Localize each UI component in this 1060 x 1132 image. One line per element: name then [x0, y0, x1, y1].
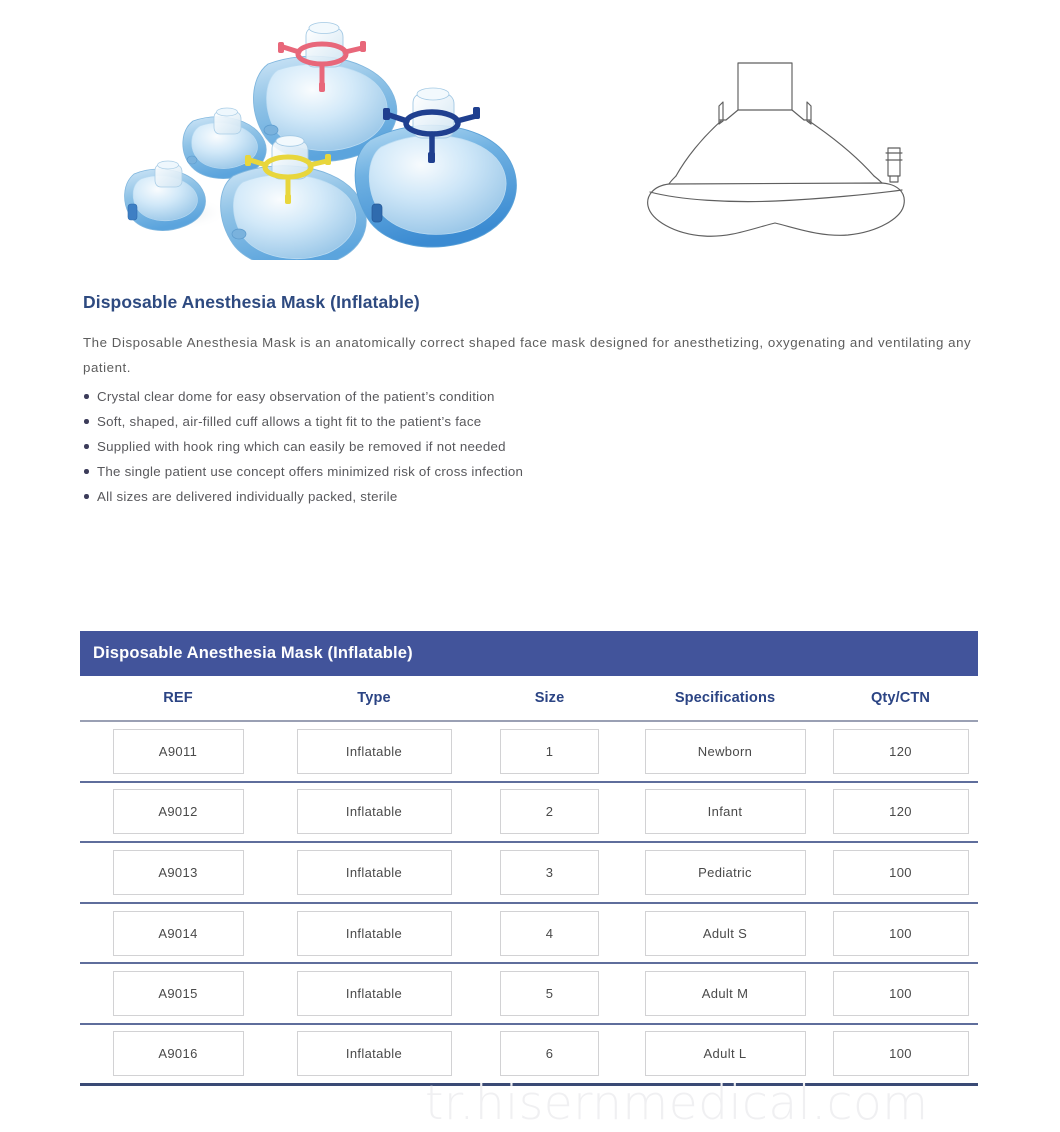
cell-ref: A9016: [80, 1031, 276, 1077]
cell-value: A9016: [112, 1031, 244, 1077]
technical-line-drawing: [620, 40, 960, 240]
cell-value: 3: [500, 849, 599, 895]
cell-value: Inflatable: [296, 1031, 452, 1077]
cell-value: 100: [832, 1031, 969, 1077]
cell-specifications: Pediatric: [627, 849, 823, 895]
cell-ref: A9011: [80, 728, 276, 774]
list-item: The single patient use concept offers mi…: [83, 459, 983, 484]
cell-qty-ctn: 100: [823, 849, 978, 895]
table-row: A9012 Inflatable 2 Infant 120: [80, 783, 978, 844]
cell-ref: A9015: [80, 971, 276, 1017]
product-photo: [122, 8, 522, 260]
cell-specifications: Infant: [627, 789, 823, 835]
cell-size: 5: [472, 971, 627, 1017]
feature-text: Supplied with hook ring which can easily…: [97, 439, 506, 454]
cell-value: 120: [832, 728, 969, 774]
cell-specifications: Adult S: [627, 910, 823, 956]
cell-value: Inflatable: [296, 789, 452, 835]
cell-value: Inflatable: [296, 910, 452, 956]
cell-value: 120: [832, 789, 969, 835]
site-watermark: tr.hisernmedical.com: [425, 1076, 929, 1131]
list-item: All sizes are delivered individually pac…: [83, 484, 983, 509]
cell-value: 5: [500, 971, 599, 1017]
table-row: A9013 Inflatable 3 Pediatric 100: [80, 843, 978, 904]
cell-value: A9014: [112, 910, 244, 956]
list-item: Crystal clear dome for easy observation …: [83, 384, 983, 409]
cell-value: Adult S: [644, 910, 806, 956]
list-item: Soft, shaped, air-filled cuff allows a t…: [83, 409, 983, 434]
page-title: Disposable Anesthesia Mask (Inflatable): [83, 292, 420, 312]
cell-type: Inflatable: [276, 971, 472, 1017]
bullet-icon: [84, 394, 89, 399]
cell-value: 2: [500, 789, 599, 835]
hero-imagery: [0, 0, 1060, 272]
bullet-icon: [84, 419, 89, 424]
cell-value: 1: [500, 728, 599, 774]
table-caption: Disposable Anesthesia Mask (Inflatable): [80, 631, 978, 676]
column-header-type: Type: [357, 690, 391, 706]
table-row: A9011 Inflatable 1 Newborn 120: [80, 722, 978, 783]
cell-qty-ctn: 120: [823, 728, 978, 774]
cell-specifications: Adult L: [627, 1031, 823, 1077]
cell-size: 1: [472, 728, 627, 774]
cell-value: A9011: [112, 728, 244, 774]
bullet-icon: [84, 444, 89, 449]
bullet-icon: [84, 469, 89, 474]
bullet-icon: [84, 494, 89, 499]
table-row: A9015 Inflatable 5 Adult M 100: [80, 964, 978, 1025]
cell-value: Infant: [644, 789, 806, 835]
cell-qty-ctn: 120: [823, 789, 978, 835]
cell-value: A9015: [112, 971, 244, 1017]
feature-text: All sizes are delivered individually pac…: [97, 489, 398, 504]
cell-ref: A9012: [80, 789, 276, 835]
column-header-ref: REF: [163, 690, 193, 706]
cell-size: 4: [472, 910, 627, 956]
cell-qty-ctn: 100: [823, 1031, 978, 1077]
list-item: Supplied with hook ring which can easily…: [83, 434, 983, 459]
cell-value: Adult M: [644, 971, 806, 1017]
cell-value: Inflatable: [296, 728, 452, 774]
cell-value: Newborn: [644, 728, 806, 774]
table-row: A9014 Inflatable 4 Adult S 100: [80, 904, 978, 965]
feature-text: The single patient use concept offers mi…: [97, 464, 524, 479]
cell-value: 100: [832, 849, 969, 895]
cell-qty-ctn: 100: [823, 971, 978, 1017]
cell-qty-ctn: 100: [823, 910, 978, 956]
cell-size: 3: [472, 849, 627, 895]
cell-value: 6: [500, 1031, 599, 1077]
feature-text: Crystal clear dome for easy observation …: [97, 389, 495, 404]
cell-specifications: Adult M: [627, 971, 823, 1017]
cell-value: Inflatable: [296, 849, 452, 895]
column-header-specifications: Specifications: [674, 690, 776, 706]
cell-size: 2: [472, 789, 627, 835]
cell-value: Inflatable: [296, 971, 452, 1017]
cell-type: Inflatable: [276, 728, 472, 774]
cell-type: Inflatable: [276, 910, 472, 956]
product-description-block: Disposable Anesthesia Mask (Inflatable) …: [83, 292, 983, 509]
feature-list: Crystal clear dome for easy observation …: [83, 384, 983, 509]
cell-type: Inflatable: [276, 789, 472, 835]
cell-ref: A9013: [80, 849, 276, 895]
cell-type: Inflatable: [276, 849, 472, 895]
cell-value: A9013: [112, 849, 244, 895]
column-header-size: Size: [534, 690, 565, 706]
intro-paragraph: The Disposable Anesthesia Mask is an ana…: [83, 335, 972, 375]
cell-value: Adult L: [644, 1031, 806, 1077]
cell-value: 100: [832, 910, 969, 956]
feature-text: Soft, shaped, air-filled cuff allows a t…: [97, 414, 482, 429]
cell-size: 6: [472, 1031, 627, 1077]
cell-value: A9012: [112, 789, 244, 835]
cell-type: Inflatable: [276, 1031, 472, 1077]
cell-ref: A9014: [80, 910, 276, 956]
cell-specifications: Newborn: [627, 728, 823, 774]
column-header-qty-ctn: Qty/CTN: [870, 690, 931, 706]
cell-value: 100: [832, 971, 969, 1017]
table-header-row: REF Type Size Specifications Qty/CTN: [80, 676, 978, 722]
specification-table: Disposable Anesthesia Mask (Inflatable) …: [80, 631, 978, 1086]
cell-value: Pediatric: [644, 849, 806, 895]
cell-value: 4: [500, 910, 599, 956]
